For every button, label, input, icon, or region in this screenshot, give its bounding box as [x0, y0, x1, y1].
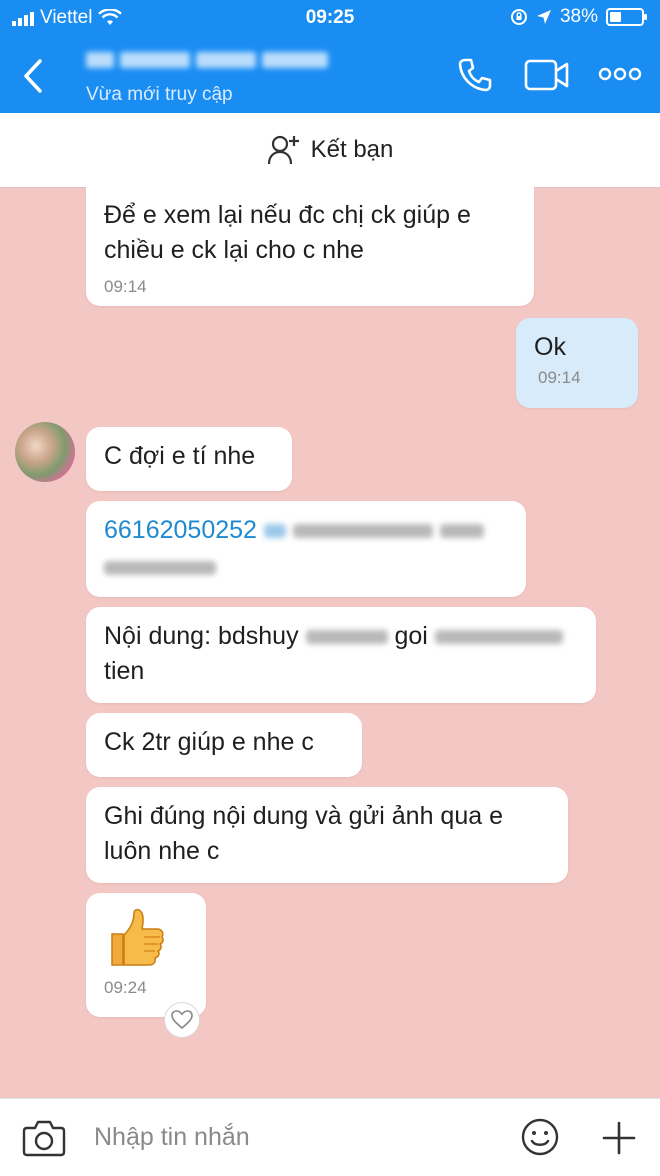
blurred-text: [439, 524, 484, 539]
blurred-text: [104, 561, 216, 576]
battery-percent: 38%: [559, 6, 598, 27]
blurred-text: [305, 630, 388, 645]
back-button[interactable]: [18, 58, 48, 94]
contact-name-blurred[interactable]: [86, 52, 336, 76]
status-bar: Viettel 09:25 38%: [0, 0, 660, 36]
message-content-prefix: Nội dung: bdshuy: [104, 622, 299, 650]
battery-icon: [606, 8, 647, 26]
message-input[interactable]: Nhập tin nhắn: [94, 1123, 250, 1152]
plus-icon[interactable]: [602, 1121, 636, 1155]
message-text-line: Để e xem lại nếu đc chị ck giúp e: [104, 201, 471, 229]
message-time: 09:24: [104, 978, 147, 997]
react-button[interactable]: [164, 1002, 200, 1038]
message-bubble[interactable]: Nội dung: bdshuy goi tien: [86, 607, 596, 703]
message-text: Ck 2tr giúp e nhe c: [104, 728, 314, 756]
message-text: Ok: [534, 333, 566, 361]
battery-fill: [610, 12, 622, 22]
message-bubble[interactable]: Ck 2tr giúp e nhe c: [86, 713, 362, 777]
last-seen-status: Vừa mới truy cập: [86, 84, 233, 105]
message-bubble-outgoing[interactable]: Ok 09:14: [516, 318, 638, 408]
message-input-bar: Nhập tin nhắn: [0, 1098, 660, 1176]
message-bubble[interactable]: C đợi e tí nhe: [86, 427, 292, 491]
camera-icon[interactable]: [22, 1119, 66, 1157]
message-text-line: luôn nhe c: [104, 837, 220, 865]
account-number-link[interactable]: 66162050252: [104, 516, 257, 544]
message-bubble[interactable]: 66162050252: [86, 501, 526, 597]
phone-icon[interactable]: [456, 56, 494, 94]
blurred-text: [263, 524, 286, 539]
add-friend-icon: [267, 135, 299, 165]
blurred-text: [292, 524, 433, 539]
avatar[interactable]: [15, 422, 75, 482]
message-text-line: chiều e ck lại cho c nhe: [104, 236, 364, 264]
message-text-line: Ghi đúng nội dung và gửi ảnh qua e: [104, 802, 503, 830]
orientation-lock-icon: [510, 9, 527, 25]
message-time: 09:14: [104, 277, 147, 296]
message-text: C đợi e tí nhe: [104, 442, 256, 470]
sticker-message-bubble[interactable]: 09:24: [86, 893, 206, 1017]
add-friend-label: Kết bạn: [310, 136, 394, 163]
message-time: 09:14: [538, 368, 581, 387]
status-right: 38%: [510, 6, 647, 28]
video-camera-icon[interactable]: [524, 58, 570, 92]
add-friend-button[interactable]: Kết bạn: [0, 113, 660, 188]
message-bubble[interactable]: Để e xem lại nếu đc chị ck giúp e chiều …: [86, 186, 534, 306]
message-bubble[interactable]: Ghi đúng nội dung và gửi ảnh qua e luôn …: [86, 787, 568, 883]
thumbs-up-icon: [111, 908, 164, 966]
more-dots-icon[interactable]: [598, 66, 642, 82]
top-bar: Viettel 09:25 38% Vừa mới truy cập: [0, 0, 660, 113]
blurred-text: [434, 630, 563, 645]
location-arrow-icon: [536, 10, 551, 24]
message-content-mid: goi: [394, 622, 428, 650]
message-text-line: tien: [104, 657, 145, 685]
heart-icon: [171, 1010, 193, 1030]
emoji-icon[interactable]: [520, 1117, 560, 1157]
